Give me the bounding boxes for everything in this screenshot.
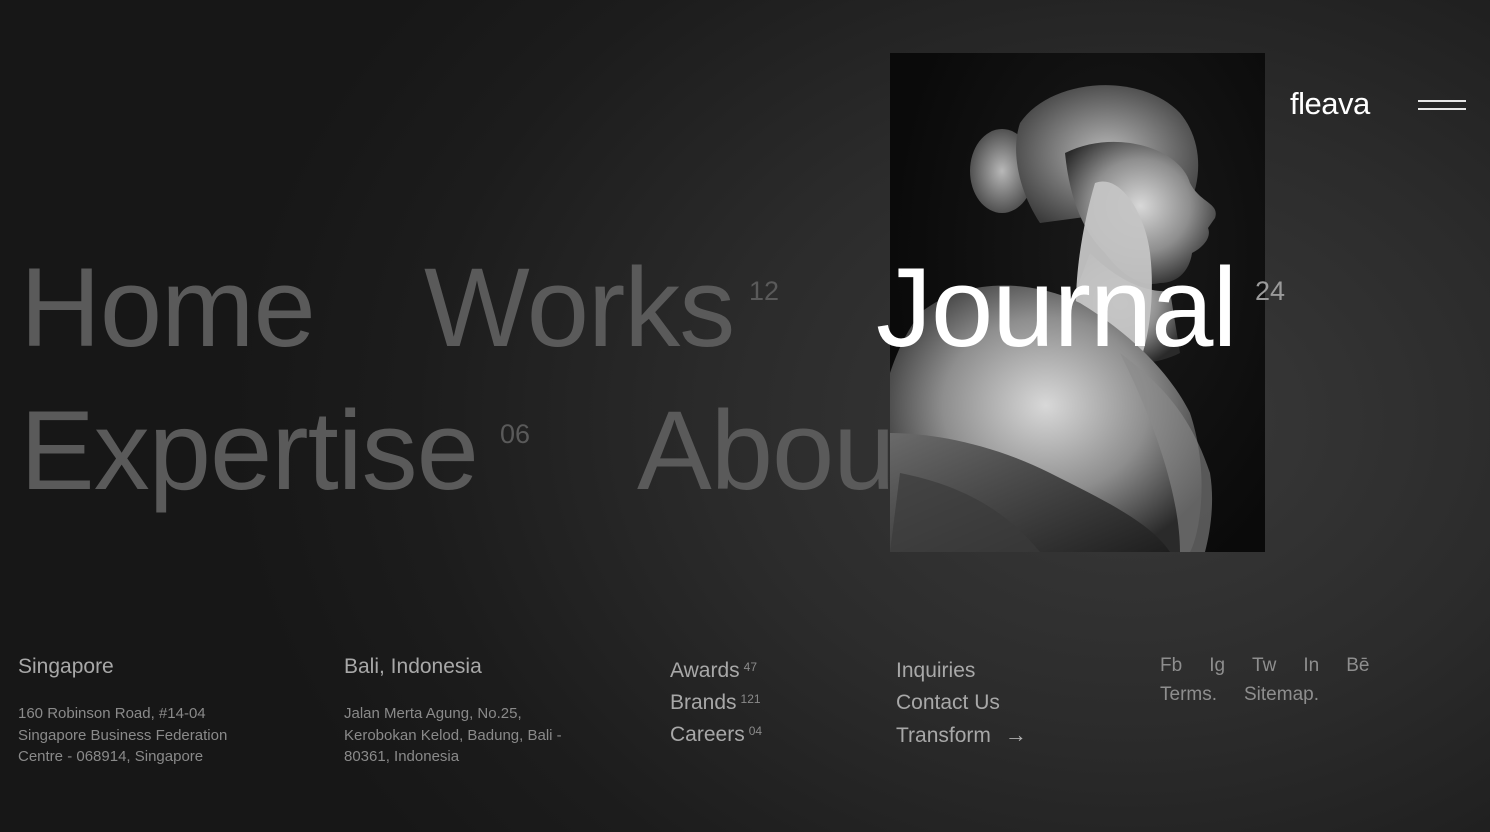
nav-link-expertise[interactable]: Expertise 06 <box>20 395 530 507</box>
link-label: Transform <box>896 724 991 747</box>
logo[interactable]: fleava <box>1290 86 1370 122</box>
behance-link[interactable]: Bē <box>1346 651 1369 680</box>
menu-line-icon <box>1418 108 1466 110</box>
link-label: Brands <box>670 691 737 714</box>
nav-count: 06 <box>500 419 531 449</box>
office-address: 160 Robinson Road, #14-04 Singapore Busi… <box>18 705 228 765</box>
terms-link[interactable]: Terms. <box>1160 680 1217 709</box>
link-count: 04 <box>748 724 763 738</box>
link-label: Awards <box>670 659 740 682</box>
social-links: Fb Ig Tw In Bē Terms. Sitemap. <box>1160 651 1396 709</box>
nav-link-about[interactable]: About <box>637 395 926 507</box>
nav-link-works[interactable]: Works 12 <box>424 252 779 364</box>
office-singapore: Singapore 160 Robinson Road, #14-04 Sing… <box>18 655 258 768</box>
nav-link-home[interactable]: Home <box>20 252 316 364</box>
contact-links: Inquiries Contact Us Transform → <box>896 655 1027 752</box>
social-networks: Fb Ig Tw In Bē <box>1160 651 1396 680</box>
nav-label: Journal <box>876 245 1237 370</box>
link-count: 121 <box>740 692 761 706</box>
awards-link[interactable]: Awards 47 <box>670 655 762 687</box>
careers-link[interactable]: Careers 04 <box>670 719 762 751</box>
facebook-link[interactable]: Fb <box>1160 651 1182 680</box>
link-label: Careers <box>670 723 745 746</box>
legal-links: Terms. Sitemap. <box>1160 680 1396 709</box>
nav-label: Works <box>424 245 735 370</box>
transform-link[interactable]: Transform → <box>896 719 1027 752</box>
menu-toggle-button[interactable] <box>1418 97 1468 113</box>
menu-line-icon <box>1418 100 1466 102</box>
nav-label: Home <box>20 245 316 370</box>
link-count: 47 <box>743 660 758 674</box>
nav-link-journal[interactable]: Journal 24 <box>876 252 1285 364</box>
sitemap-link[interactable]: Sitemap. <box>1244 680 1319 709</box>
nav-count: 12 <box>749 276 780 306</box>
stats-links: Awards 47 Brands 121 Careers 04 <box>670 655 762 751</box>
link-label: Contact Us <box>896 691 1000 714</box>
link-label: Inquiries <box>896 659 976 682</box>
linkedin-link[interactable]: In <box>1303 651 1319 680</box>
arrow-right-icon: → <box>1004 722 1027 747</box>
twitter-link[interactable]: Tw <box>1252 651 1276 680</box>
nav-label: Expertise <box>20 388 479 513</box>
office-city: Singapore <box>18 655 114 678</box>
nav-count: 24 <box>1255 276 1286 306</box>
contact-us-link[interactable]: Contact Us <box>896 687 1027 719</box>
nav-label: About <box>637 388 926 513</box>
office-bali: Bali, Indonesia Jalan Merta Agung, No.25… <box>344 655 584 768</box>
office-address: Jalan Merta Agung, No.25, Kerobokan Kelo… <box>344 705 562 765</box>
office-city: Bali, Indonesia <box>344 655 482 678</box>
inquiries-link[interactable]: Inquiries <box>896 655 1027 687</box>
brands-link[interactable]: Brands 121 <box>670 687 762 719</box>
instagram-link[interactable]: Ig <box>1209 651 1225 680</box>
